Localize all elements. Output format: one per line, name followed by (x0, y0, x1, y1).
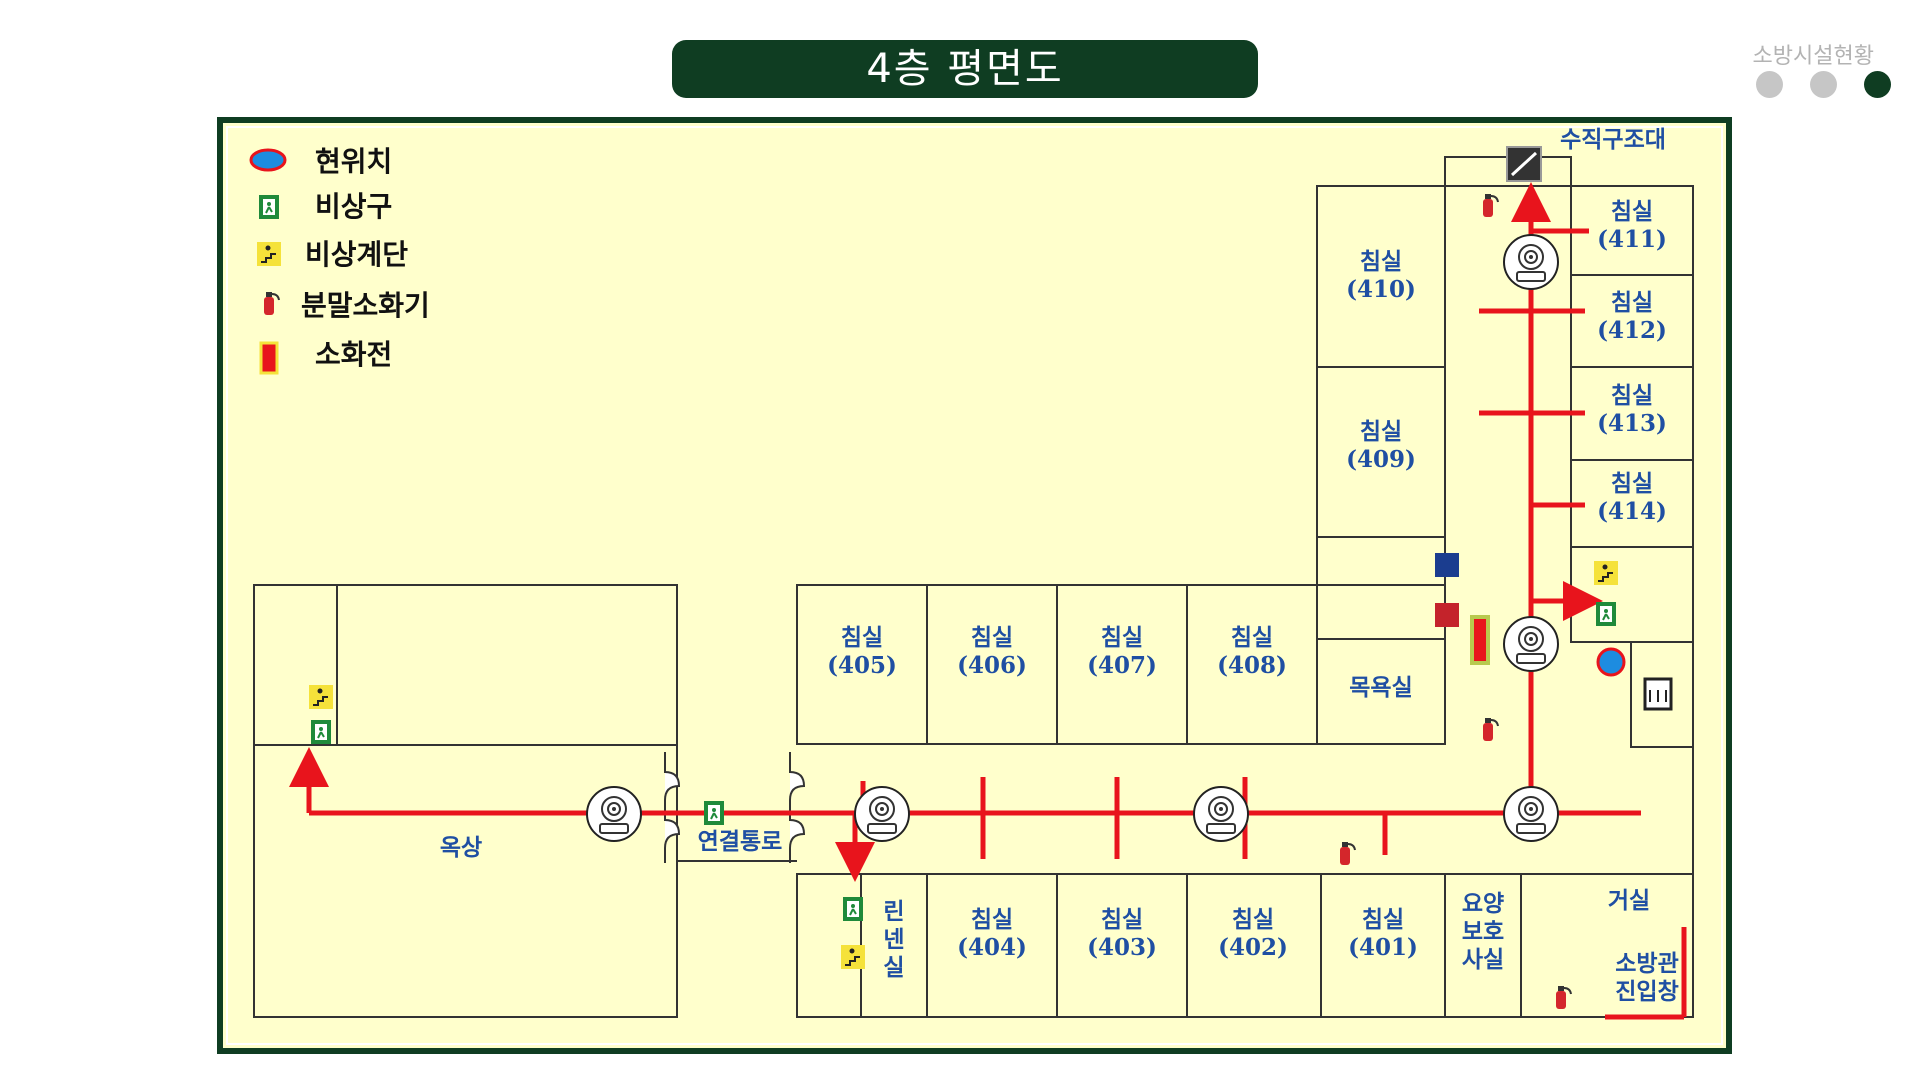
room-407-name: 침실 (1101, 624, 1143, 651)
legend-label-hydrant: 소화전 (315, 338, 392, 371)
firefighter-window-label-1: 소방관 (1615, 950, 1678, 977)
room-409-name: 침실 (1360, 418, 1402, 445)
room-408-name: 침실 (1231, 624, 1273, 651)
room-405-number: (405) (827, 652, 897, 679)
room-414-number: (414) (1597, 498, 1667, 525)
room-414-name: 침실 (1611, 470, 1653, 497)
room-410-number: (410) (1346, 276, 1416, 303)
room-404-name: 침실 (971, 906, 1013, 933)
page-dot-3-active[interactable] (1864, 71, 1891, 98)
room-410-name: 침실 (1360, 248, 1402, 275)
section-label: 소방시설현황 (1752, 44, 1874, 69)
room-402-number: (402) (1218, 934, 1288, 961)
current-location-icon (249, 148, 287, 172)
fire-hydrant-icon (259, 341, 279, 375)
office-label-2: 보호 (1462, 918, 1504, 945)
page-title: 4층 평면도 (672, 40, 1258, 98)
room-403-number: (403) (1087, 934, 1157, 961)
room-406-number: (406) (957, 652, 1027, 679)
office-label-3: 사실 (1462, 946, 1504, 973)
page-dot-2[interactable] (1810, 71, 1837, 98)
room-412-name: 침실 (1611, 289, 1653, 316)
legend-label-current: 현위치 (315, 145, 392, 178)
linen-room-label-3: 실 (883, 954, 904, 981)
page-dot-1[interactable] (1756, 71, 1783, 98)
rooftop-label: 옥상 (440, 834, 482, 861)
room-402-name: 침실 (1232, 906, 1274, 933)
room-411-number: (411) (1597, 226, 1667, 253)
room-411-name: 침실 (1611, 198, 1653, 225)
room-413-number: (413) (1597, 410, 1667, 437)
room-407-number: (407) (1087, 652, 1157, 679)
room-403-name: 침실 (1101, 906, 1143, 933)
room-406-name: 침실 (971, 624, 1013, 651)
legend-label-extinguisher: 분말소화기 (301, 289, 430, 322)
room-408-number: (408) (1217, 652, 1287, 679)
room-409-number: (409) (1346, 446, 1416, 473)
bath-room-label: 목욕실 (1349, 674, 1412, 701)
living-room-label: 거실 (1608, 887, 1650, 914)
room-413-name: 침실 (1611, 382, 1653, 409)
office-label-1: 요양 (1462, 890, 1504, 917)
rescue-chute-label: 수직구조대 (1560, 126, 1666, 153)
room-401-name: 침실 (1362, 906, 1404, 933)
room-405-name: 침실 (841, 624, 883, 651)
firefighter-window-label-2: 진입창 (1615, 978, 1678, 1005)
room-412-number: (412) (1597, 317, 1667, 344)
emergency-stairs-icon (256, 241, 282, 267)
legend-label-stairs: 비상계단 (305, 238, 408, 271)
linen-room-label-2: 넨 (883, 926, 904, 953)
floor-plan: 현위치 비상구 비상계단 분말소화기 소화전 침실 (410) 침실 (409)… (217, 117, 1732, 1054)
emergency-exit-icon (258, 194, 280, 220)
legend-label-exit: 비상구 (315, 190, 392, 223)
room-401-number: (401) (1348, 934, 1418, 961)
passage-label: 연결통로 (698, 828, 783, 855)
linen-room-label-1: 린 (883, 898, 904, 925)
room-404-number: (404) (957, 934, 1027, 961)
